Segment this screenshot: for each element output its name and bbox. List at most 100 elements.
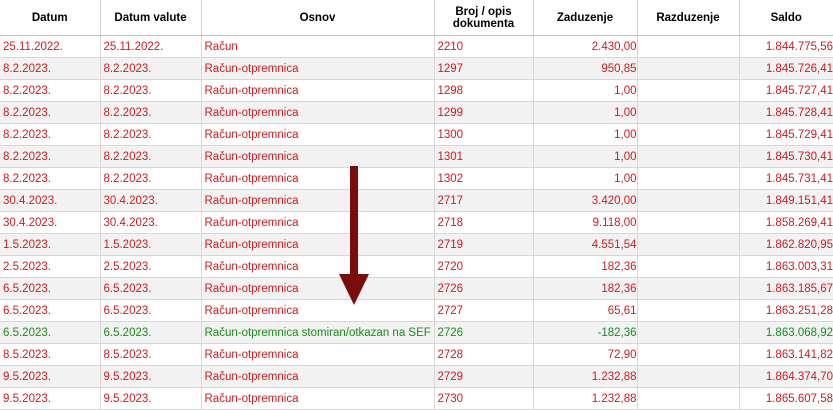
- cell-datum-valute: 8.2.2023.: [100, 101, 202, 124]
- cell-osnov: Račun-otpremnica: [201, 57, 435, 80]
- cell-saldo: 1.863.141,82: [739, 343, 833, 366]
- cell-osnov: Račun-otpremnica: [201, 233, 435, 256]
- cell-saldo: 1.862.820,95: [739, 233, 833, 256]
- table-row[interactable]: 8.2.2023. 8.2.2023. Račun-otpremnica 1302 1,…: [0, 167, 833, 190]
- cell-datum-valute: 6.5.2023.: [100, 321, 202, 344]
- cell-broj: 1302: [434, 167, 534, 190]
- cell-datum-valute: 8.2.2023.: [100, 145, 202, 168]
- cell-razduzenje: [637, 101, 740, 124]
- cell-osnov: Račun-otpremnica: [201, 101, 435, 124]
- table-row[interactable]: 8.2.2023. 8.2.2023. Račun-otpremnica 1300 1,…: [0, 123, 833, 146]
- cell-razduzenje: [637, 387, 740, 410]
- cell-osnov: Račun-otpremnica: [201, 211, 435, 234]
- column-header-zaduzenje[interactable]: Zaduzenje: [533, 0, 638, 36]
- cell-razduzenje: [637, 189, 740, 212]
- cell-razduzenje: [637, 277, 740, 300]
- cell-zaduzenje: 9.118,00: [533, 211, 638, 234]
- table-row[interactable]: 9.5.2023. 9.5.2023. Račun-otpremnica 2730 1.…: [0, 387, 833, 410]
- cell-datum: 8.2.2023.: [0, 57, 101, 80]
- cell-datum-valute: 8.2.2023.: [100, 79, 202, 102]
- cell-razduzenje: [637, 167, 740, 190]
- cell-datum-valute: 8.2.2023.: [100, 167, 202, 190]
- cell-zaduzenje: 65,61: [533, 299, 638, 322]
- cell-datum-valute: 8.2.2023.: [100, 123, 202, 146]
- column-header-broj[interactable]: Broj / opis dokumenta: [434, 0, 534, 36]
- cell-datum-valute: 8.2.2023.: [100, 57, 202, 80]
- table-row[interactable]: 6.5.2023. 6.5.2023. Račun-otpremnica 2726 18…: [0, 277, 833, 300]
- cell-saldo: 1.858.269,41: [739, 211, 833, 234]
- table-row[interactable]: 2.5.2023. 2.5.2023. Račun-otpremnica 2720 18…: [0, 255, 833, 278]
- column-header-razduzenje[interactable]: Razduzenje: [637, 0, 740, 36]
- cell-datum: 8.2.2023.: [0, 123, 101, 146]
- cell-zaduzenje: 1.232,88: [533, 387, 638, 410]
- cell-broj: 2728: [434, 343, 534, 366]
- cell-osnov: Račun-otpremnica: [201, 123, 435, 146]
- cell-osnov: Račun-otpremnica: [201, 277, 435, 300]
- table-row[interactable]: 8.2.2023. 8.2.2023. Račun-otpremnica 1299 1,…: [0, 101, 833, 124]
- cell-saldo: 1.865.607,58: [739, 387, 833, 410]
- table-row[interactable]: 30.4.2023. 30.4.2023. Račun-otpremnica 2717…: [0, 189, 833, 212]
- cell-zaduzenje: 1,00: [533, 79, 638, 102]
- column-header-osnov[interactable]: Osnov: [201, 0, 435, 36]
- cell-saldo: 1.863.185,67: [739, 277, 833, 300]
- cell-datum: 8.2.2023.: [0, 79, 101, 102]
- cell-osnov: Račun-otpremnica: [201, 255, 435, 278]
- column-header-datum-valute[interactable]: Datum valute: [100, 0, 202, 36]
- cell-datum: 6.5.2023.: [0, 321, 101, 344]
- cell-datum-valute: 25.11.2022.: [100, 35, 202, 58]
- cell-datum: 9.5.2023.: [0, 365, 101, 388]
- table-row[interactable]: 9.5.2023. 9.5.2023. Račun-otpremnica 2729 1.…: [0, 365, 833, 388]
- table-row[interactable]: 8.2.2023. 8.2.2023. Račun-otpremnica 1298 1,…: [0, 79, 833, 102]
- cell-zaduzenje: 72,90: [533, 343, 638, 366]
- cell-osnov: Račun: [201, 35, 435, 58]
- cell-saldo: 1.844.775,56: [739, 35, 833, 58]
- table-row[interactable]: 1.5.2023. 1.5.2023. Račun-otpremnica 2719 4.…: [0, 233, 833, 256]
- cell-zaduzenje: -182,36: [533, 321, 638, 344]
- cell-zaduzenje: 1,00: [533, 123, 638, 146]
- cell-saldo: 1.845.731,41: [739, 167, 833, 190]
- cell-razduzenje: [637, 145, 740, 168]
- table-row[interactable]: 8.2.2023. 8.2.2023. Račun-otpremnica 1301 1,…: [0, 145, 833, 168]
- cell-broj: 2719: [434, 233, 534, 256]
- column-header-saldo[interactable]: Saldo: [739, 0, 833, 36]
- cell-saldo: 1.863.251,28: [739, 299, 833, 322]
- table-row[interactable]: 6.5.2023. 6.5.2023. Račun-otpremnica 2727 65…: [0, 299, 833, 322]
- cell-broj: 1301: [434, 145, 534, 168]
- cell-broj: 2726: [434, 321, 534, 344]
- cell-saldo: 1.845.730,41: [739, 145, 833, 168]
- table-body: 25.11.2022. 25.11.2022. Račun 2210 2.430,00 1…: [0, 35, 833, 410]
- cell-saldo: 1.845.726,41: [739, 57, 833, 80]
- cell-osnov: Račun-otpremnica stomiran/otkazan na SEF: [201, 321, 435, 344]
- cell-razduzenje: [637, 299, 740, 322]
- cell-zaduzenje: 1,00: [533, 101, 638, 124]
- table-row[interactable]: 6.5.2023. 6.5.2023. Račun-otpremnica stomi…: [0, 321, 833, 344]
- cell-razduzenje: [637, 365, 740, 388]
- cell-razduzenje: [637, 211, 740, 234]
- cell-datum: 2.5.2023.: [0, 255, 101, 278]
- cell-datum: 1.5.2023.: [0, 233, 101, 256]
- cell-razduzenje: [637, 343, 740, 366]
- table-row[interactable]: 25.11.2022. 25.11.2022. Račun 2210 2.430,00 1…: [0, 35, 833, 58]
- cell-saldo: 1.845.727,41: [739, 79, 833, 102]
- cell-datum: 25.11.2022.: [0, 35, 101, 58]
- column-header-datum[interactable]: Datum: [0, 0, 101, 36]
- cell-broj: 1298: [434, 79, 534, 102]
- cell-broj: 2718: [434, 211, 534, 234]
- table-row[interactable]: 8.5.2023. 8.5.2023. Račun-otpremnica 2728 72…: [0, 343, 833, 366]
- cell-razduzenje: [637, 255, 740, 278]
- cell-datum: 30.4.2023.: [0, 189, 101, 212]
- cell-razduzenje: [637, 233, 740, 256]
- ledger-table: Datum Datum valute Osnov Broj / opis dok…: [0, 0, 833, 410]
- cell-osnov: Račun-otpremnica: [201, 145, 435, 168]
- table-row[interactable]: 8.2.2023. 8.2.2023. Račun-otpremnica 1297 95…: [0, 57, 833, 80]
- cell-saldo: 1.845.729,41: [739, 123, 833, 146]
- cell-razduzenje: [637, 35, 740, 58]
- cell-datum-valute: 6.5.2023.: [100, 299, 202, 322]
- cell-zaduzenje: 4.551,54: [533, 233, 638, 256]
- table-row[interactable]: 30.4.2023. 30.4.2023. Račun-otpremnica 2718…: [0, 211, 833, 234]
- cell-zaduzenje: 3.420,00: [533, 189, 638, 212]
- cell-osnov: Račun-otpremnica: [201, 167, 435, 190]
- cell-broj: 2717: [434, 189, 534, 212]
- cell-zaduzenje: 1,00: [533, 145, 638, 168]
- cell-datum: 8.2.2023.: [0, 101, 101, 124]
